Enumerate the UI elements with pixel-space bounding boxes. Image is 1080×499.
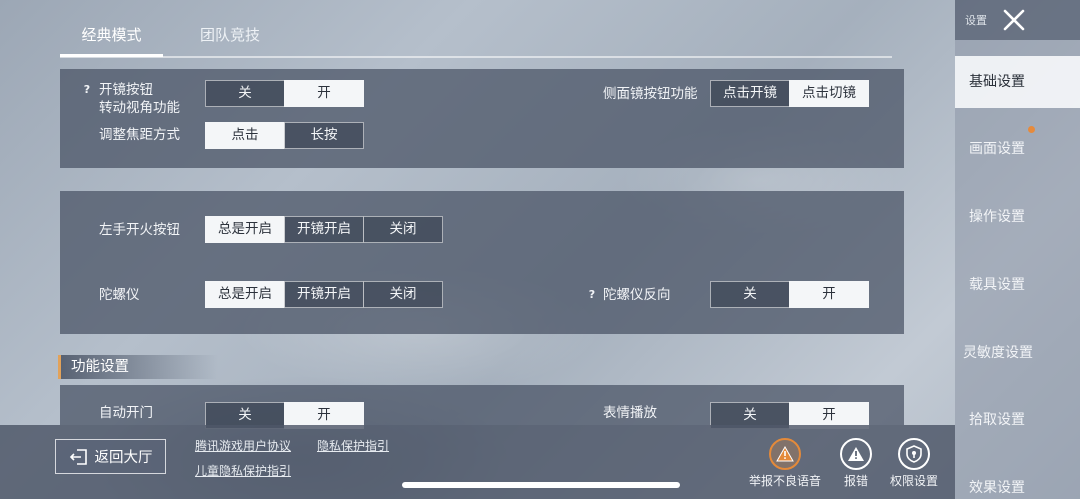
report-voice-button[interactable]: [769, 438, 801, 470]
tab-divider: [60, 56, 892, 58]
gyro-reverse-toggle: 关 开: [710, 281, 869, 308]
report-voice-label: 举报不良语音: [748, 474, 821, 488]
left-fire-always-option[interactable]: 总是开启: [205, 216, 285, 243]
left-fire-scope-option[interactable]: 开镜开启: [284, 216, 364, 243]
side-scope-switch-option[interactable]: 点击切镜: [789, 80, 869, 107]
permission-button[interactable]: [898, 438, 930, 470]
gyro-scope-option[interactable]: 开镜开启: [284, 281, 364, 308]
close-icon[interactable]: [1000, 6, 1028, 34]
tab-classic[interactable]: 经典模式: [60, 14, 163, 56]
gyro-label: 陀螺仪: [99, 287, 140, 303]
side-scope-toggle: 点击开镜 点击切镜: [710, 80, 869, 107]
fire-gyro-panel: [60, 191, 904, 334]
side-scope-open-option[interactable]: 点击开镜: [710, 80, 790, 107]
exit-icon: [69, 448, 87, 465]
warning-icon: [776, 446, 794, 462]
scope-rotate-label-line1: 开镜按钮: [99, 82, 153, 98]
gyro-reverse-on-option[interactable]: 开: [789, 281, 869, 308]
tab-team-deathmatch[interactable]: 团队竞技: [180, 14, 280, 56]
user-agreement-link[interactable]: 腾讯游戏用户协议: [195, 437, 291, 454]
gyro-toggle: 总是开启 开镜开启 关闭: [205, 281, 443, 308]
emote-label: 表情播放: [603, 405, 657, 421]
sidebar-item-basic[interactable]: 基础设置: [955, 56, 1080, 108]
left-fire-off-option[interactable]: 关闭: [363, 216, 443, 243]
privacy-link[interactable]: 隐私保护指引: [317, 437, 389, 454]
left-fire-toggle: 总是开启 开镜开启 关闭: [205, 216, 443, 243]
alert-icon: [848, 447, 864, 461]
back-to-lobby-button[interactable]: 返回大厅: [55, 439, 166, 474]
mode-tabs: 经典模式 团队竞技: [60, 14, 892, 58]
sidebar-item-vehicle[interactable]: 载具设置: [955, 259, 1080, 311]
zoom-tap-option[interactable]: 点击: [205, 122, 285, 149]
zoom-mode-toggle: 点击 长按: [205, 122, 364, 149]
sidebar-item-graphics[interactable]: 画面设置: [955, 123, 1080, 175]
settings-title: 设置: [965, 14, 987, 27]
auto-door-label: 自动开门: [99, 405, 153, 421]
sidebar-item-effects[interactable]: 效果设置: [955, 462, 1080, 499]
sidebar-item-pickup[interactable]: 拾取设置: [955, 394, 1080, 446]
sidebar-item-controls[interactable]: 操作设置: [955, 191, 1080, 243]
tab-active-indicator: [60, 54, 163, 57]
scope-rotate-on-option[interactable]: 开: [284, 80, 364, 107]
gyro-off-option[interactable]: 关闭: [363, 281, 443, 308]
left-fire-label: 左手开火按钮: [99, 222, 180, 238]
side-scope-label: 侧面镜按钮功能: [603, 86, 698, 102]
sidebar-item-sensitivity[interactable]: 灵敏度设置: [955, 327, 1080, 379]
report-bug-button[interactable]: [840, 438, 872, 470]
function-section-title: 功能设置: [58, 355, 218, 379]
scope-rotate-label-line2: 转动视角功能: [99, 100, 180, 116]
zoom-hold-option[interactable]: 长按: [284, 122, 364, 149]
child-privacy-link[interactable]: 儿童隐私保护指引: [195, 462, 291, 479]
gyro-reverse-off-option[interactable]: 关: [710, 281, 790, 308]
home-indicator: [402, 482, 680, 488]
permission-label: 权限设置: [889, 474, 938, 488]
help-icon[interactable]: ?: [80, 83, 94, 97]
back-to-lobby-label: 返回大厅: [94, 450, 153, 466]
report-bug-label: 报错: [843, 474, 868, 488]
scope-rotate-off-option[interactable]: 关: [205, 80, 285, 107]
zoom-mode-label: 调整焦距方式: [99, 127, 180, 143]
gyro-reverse-label: 陀螺仪反向: [603, 287, 671, 303]
scope-rotate-toggle: 关 开: [205, 80, 364, 107]
help-icon[interactable]: ?: [585, 288, 599, 302]
gyro-always-option[interactable]: 总是开启: [205, 281, 285, 308]
shield-icon: [906, 445, 922, 463]
